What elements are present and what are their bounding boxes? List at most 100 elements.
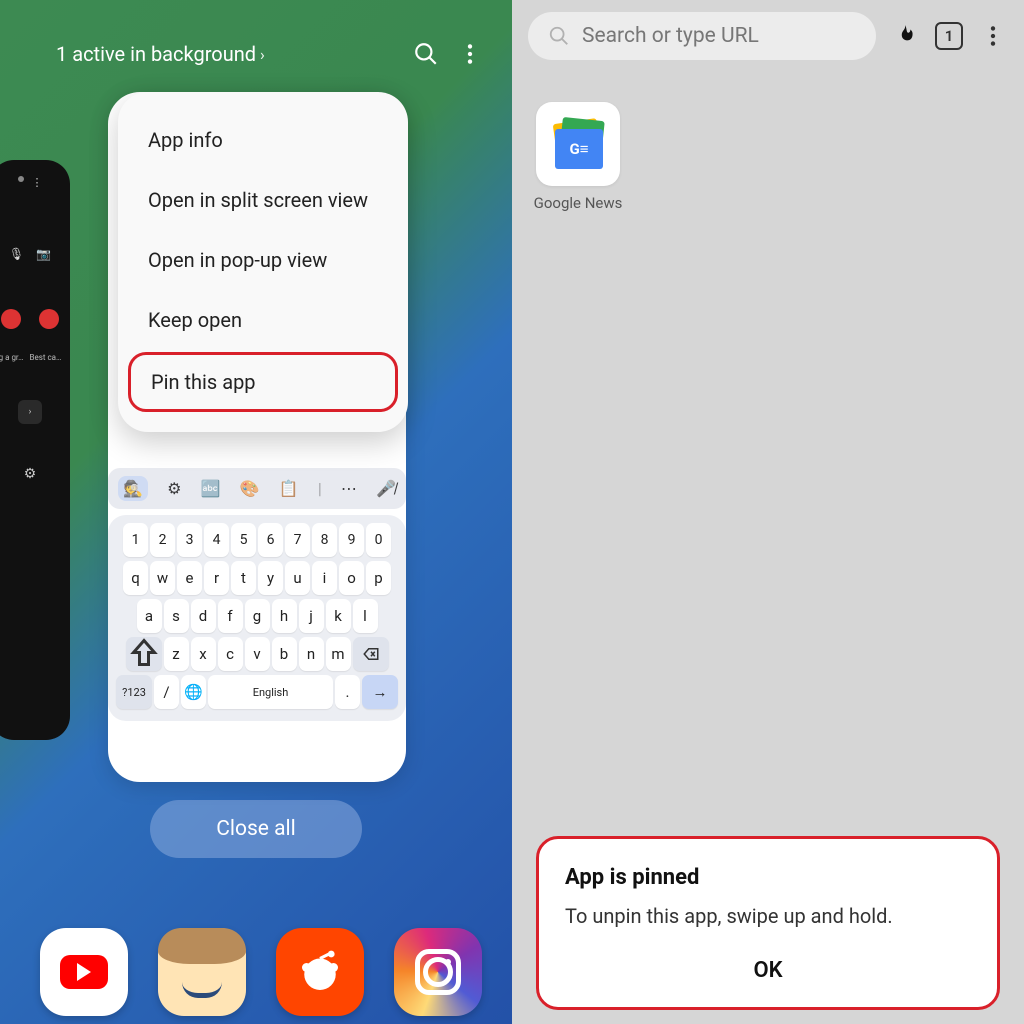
url-placeholder: Search or type URL xyxy=(582,24,759,48)
key[interactable]: e xyxy=(177,561,202,595)
more-horiz-icon[interactable]: ⋯ xyxy=(341,479,357,498)
key[interactable]: q xyxy=(123,561,148,595)
fire-icon[interactable] xyxy=(890,23,920,49)
shift-key[interactable] xyxy=(126,637,162,671)
space-key[interactable]: English xyxy=(208,675,333,709)
menu-item-app-info[interactable]: App info xyxy=(118,110,408,170)
key[interactable]: o xyxy=(339,561,364,595)
prev-card-labels: g a gr… Best ca… xyxy=(0,353,61,362)
key[interactable]: s xyxy=(164,599,189,633)
recents-screen: 1 active in background › ⋮ 🎙📷 g a gr… Be… xyxy=(0,0,512,1024)
amazon-app-icon[interactable] xyxy=(158,928,246,1016)
close-all-button[interactable]: Close all xyxy=(150,800,362,858)
key[interactable]: n xyxy=(299,637,324,671)
toast-body: To unpin this app, swipe up and hold. xyxy=(565,904,971,928)
active-background-label: 1 active in background xyxy=(56,42,256,66)
browser-toolbar: Search or type URL 1 xyxy=(512,0,1024,72)
toast-title: App is pinned xyxy=(565,865,971,890)
key[interactable]: w xyxy=(150,561,175,595)
prev-card-topbar: ⋮ xyxy=(18,176,43,189)
key[interactable]: 0 xyxy=(366,523,391,557)
key[interactable]: y xyxy=(258,561,283,595)
key[interactable]: t xyxy=(231,561,256,595)
key[interactable]: 9 xyxy=(339,523,364,557)
key[interactable]: d xyxy=(191,599,216,633)
chevron-right-icon: › xyxy=(18,400,42,424)
translate-icon[interactable]: 🔤 xyxy=(201,479,221,498)
keyboard-toolbar: 🕵️ ⚙ 🔤 🎨 📋 | ⋯ 🎤̸ xyxy=(108,468,406,509)
dock xyxy=(40,928,482,1016)
slash-key[interactable]: / xyxy=(154,675,179,709)
key[interactable]: p xyxy=(366,561,391,595)
menu-item-keep-open[interactable]: Keep open xyxy=(118,290,408,350)
shortcut-google-news[interactable]: G≡ Google News xyxy=(532,102,624,212)
search-icon[interactable] xyxy=(412,40,440,68)
key[interactable]: k xyxy=(326,599,351,633)
key[interactable]: h xyxy=(272,599,297,633)
key[interactable]: j xyxy=(299,599,324,633)
keyboard-row-z: z x c v b n m xyxy=(116,637,398,671)
backspace-key[interactable] xyxy=(353,637,389,671)
clipboard-icon[interactable]: 📋 xyxy=(279,479,299,498)
more-vert-icon[interactable] xyxy=(456,40,484,68)
incognito-icon[interactable]: 🕵️ xyxy=(118,476,148,501)
key[interactable]: z xyxy=(164,637,189,671)
gear-icon[interactable]: ⚙ xyxy=(167,479,181,498)
keyboard: 🕵️ ⚙ 🔤 🎨 📋 | ⋯ 🎤̸ 1 2 3 4 5 6 7 8 9 0 xyxy=(108,468,406,721)
globe-key[interactable]: 🌐 xyxy=(181,675,206,709)
instagram-app-icon[interactable] xyxy=(394,928,482,1016)
key[interactable]: 6 xyxy=(258,523,283,557)
key[interactable]: i xyxy=(312,561,337,595)
key[interactable]: 4 xyxy=(204,523,229,557)
keyboard-row-bottom: ?123 / 🌐 English . → xyxy=(116,675,398,709)
key[interactable]: 5 xyxy=(231,523,256,557)
app-context-menu: App info Open in split screen view Open … xyxy=(118,92,408,432)
key[interactable]: 2 xyxy=(150,523,175,557)
key[interactable]: r xyxy=(204,561,229,595)
key[interactable]: m xyxy=(326,637,351,671)
key[interactable]: c xyxy=(218,637,243,671)
key[interactable]: x xyxy=(191,637,216,671)
toast-ok-button[interactable]: OK xyxy=(565,950,971,991)
url-searchbar[interactable]: Search or type URL xyxy=(528,12,876,60)
tabs-button[interactable]: 1 xyxy=(934,22,964,50)
key[interactable]: l xyxy=(353,599,378,633)
key[interactable]: a xyxy=(137,599,162,633)
google-news-icon: G≡ xyxy=(536,102,620,186)
key[interactable]: 8 xyxy=(312,523,337,557)
keyboard-row-a: a s d f g h j k l xyxy=(116,599,398,633)
youtube-app-icon[interactable] xyxy=(40,928,128,1016)
reddit-app-icon[interactable] xyxy=(276,928,364,1016)
key[interactable]: 1 xyxy=(123,523,148,557)
menu-item-pin-app[interactable]: Pin this app xyxy=(128,352,398,412)
keyboard-row-q: q w e r t y u i o p xyxy=(116,561,398,595)
enter-key[interactable]: → xyxy=(362,675,398,709)
browser-screen: Search or type URL 1 G≡ Google News App … xyxy=(512,0,1024,1024)
key[interactable]: b xyxy=(272,637,297,671)
tab-count: 1 xyxy=(935,22,963,50)
previous-app-card[interactable]: ⋮ 🎙📷 g a gr… Best ca… › ⚙ xyxy=(0,160,70,740)
key[interactable]: f xyxy=(218,599,243,633)
mic-off-icon[interactable]: 🎤̸ xyxy=(376,479,396,499)
keyboard-row-numbers: 1 2 3 4 5 6 7 8 9 0 xyxy=(116,523,398,557)
pin-toast: App is pinned To unpin this app, swipe u… xyxy=(536,836,1000,1010)
key[interactable]: 7 xyxy=(285,523,310,557)
symbols-key[interactable]: ?123 xyxy=(116,675,152,709)
gear-icon: ⚙ xyxy=(24,466,37,482)
shortcuts-grid: G≡ Google News xyxy=(512,72,1024,242)
key[interactable]: v xyxy=(245,637,270,671)
more-vert-icon[interactable] xyxy=(978,23,1008,49)
record-dots xyxy=(1,309,59,329)
key[interactable]: g xyxy=(245,599,270,633)
key[interactable]: u xyxy=(285,561,310,595)
active-background-link[interactable]: 1 active in background › xyxy=(56,42,396,66)
chevron-right-icon: › xyxy=(260,45,265,64)
menu-item-split-screen[interactable]: Open in split screen view xyxy=(118,170,408,230)
period-key[interactable]: . xyxy=(335,675,360,709)
palette-icon[interactable]: 🎨 xyxy=(240,479,260,498)
shortcut-label: Google News xyxy=(532,194,624,212)
recents-header: 1 active in background › xyxy=(0,0,512,88)
search-icon xyxy=(548,25,570,47)
menu-item-popup-view[interactable]: Open in pop-up view xyxy=(118,230,408,290)
key[interactable]: 3 xyxy=(177,523,202,557)
